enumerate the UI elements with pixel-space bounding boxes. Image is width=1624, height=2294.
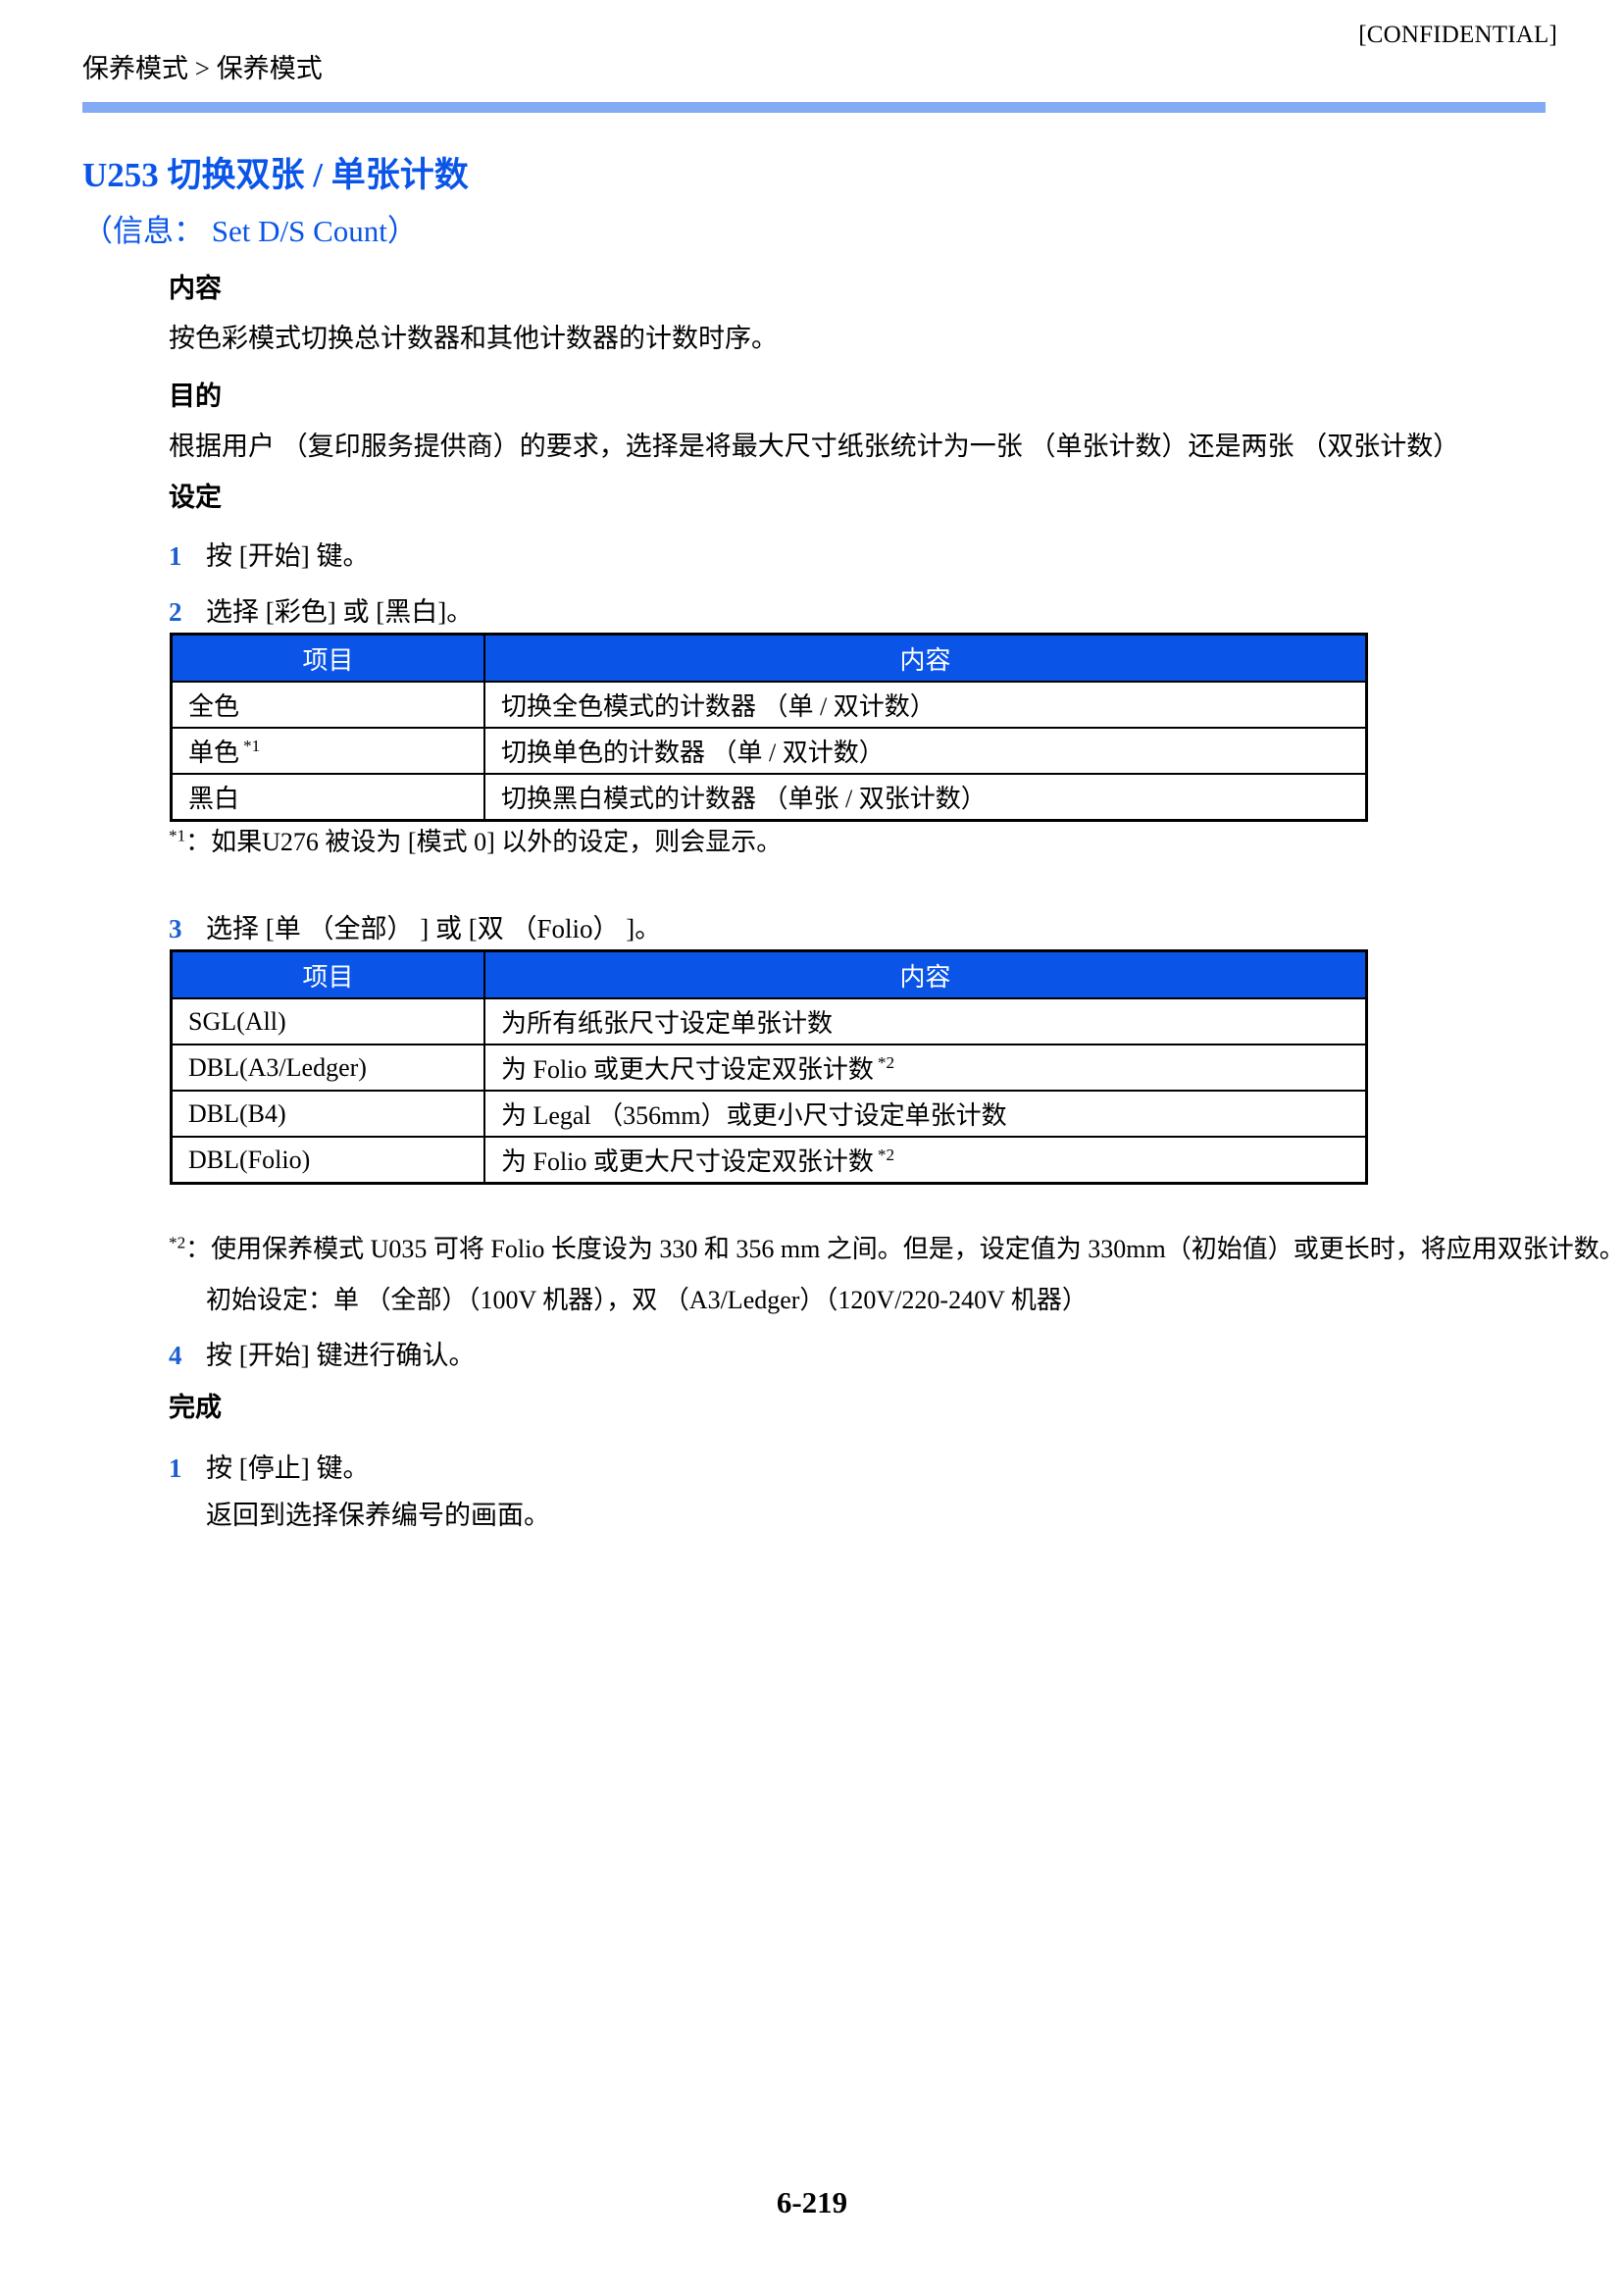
table2-header: 项目 内容 bbox=[170, 949, 1368, 999]
footnote-1-mark: *1 bbox=[169, 826, 186, 845]
page-title: U253 切换双张 / 单张计数 bbox=[82, 156, 469, 194]
completion-heading: 完成 bbox=[169, 1393, 222, 1422]
step-1: 1 按 [开始] 键。 bbox=[169, 535, 369, 573]
purpose-text: 根据用户 （复印服务提供商）的要求，选择是将最大尺寸纸张统计为一张 （单张计数）… bbox=[169, 432, 1460, 461]
table-header-row: 项目 内容 bbox=[170, 633, 1368, 683]
table1-header-content: 内容 bbox=[483, 633, 1368, 683]
footnote-ref: *1 bbox=[243, 737, 261, 756]
table-row: DBL(A3/Ledger) 为 Folio 或更大尺寸设定双张计数 *2 bbox=[170, 1044, 1368, 1092]
page-number: 6-219 bbox=[776, 2185, 848, 2219]
step-3: 3 选择 [单 （全部） ] 或 [双 （Folio） ]。 bbox=[169, 907, 661, 945]
table-cell-content: 为所有纸张尺寸设定单张计数 bbox=[483, 997, 1368, 1045]
footnote-2-text: ：使用保养模式 U035 可将 Folio 长度设为 330 和 356 mm … bbox=[185, 1235, 1624, 1263]
step-2-text: 选择 [彩色] 或 [黑白]。 bbox=[206, 597, 474, 627]
count-mode-table: 项目 内容 SGL(All) 为所有纸张尺寸设定单张计数 DBL(A3/Ledger… bbox=[170, 949, 1368, 1185]
description-text: 按色彩模式切换总计数器和其他计数器的计数时序。 bbox=[169, 324, 778, 353]
step-1-text: 按 [开始] 键。 bbox=[206, 541, 370, 571]
table-row: SGL(All) 为所有纸张尺寸设定单张计数 bbox=[170, 997, 1368, 1045]
table2-header-content: 内容 bbox=[483, 949, 1368, 999]
table-cell-content: 切换单色的计数器 （单 / 双计数） bbox=[483, 727, 1368, 775]
table-header: 项目 内容 bbox=[170, 633, 1368, 683]
header-divider bbox=[82, 102, 1546, 113]
step-4-text: 按 [开始] 键进行确认。 bbox=[206, 1341, 476, 1370]
footnote-1: *1：如果U276 被设为 [模式 0] 以外的设定，则会显示。 bbox=[169, 822, 782, 858]
table-cell-item: 单色 *1 bbox=[170, 727, 485, 775]
table-row: 全色 切换全色模式的计数器 （单 / 双计数） bbox=[170, 681, 1368, 729]
step-3-text: 选择 [单 （全部） ] 或 [双 （Folio） ]。 bbox=[206, 914, 662, 943]
description-heading: 内容 bbox=[169, 274, 222, 303]
table-cell-item: SGL(All) bbox=[170, 997, 485, 1045]
footnote-ref: *2 bbox=[877, 1146, 895, 1165]
page-subtitle: （信息： Set D/S Count） bbox=[82, 214, 418, 248]
completion-step-1-number: 1 bbox=[169, 1453, 182, 1483]
table2-body: SGL(All) 为所有纸张尺寸设定单张计数 DBL(A3/Ledger) 为 Fol… bbox=[170, 997, 1368, 1185]
table-cell-item: 全色 bbox=[170, 681, 485, 729]
completion-step-1: 1 按 [停止] 键。 bbox=[169, 1447, 369, 1485]
table-cell-item: 黑白 bbox=[170, 773, 485, 822]
table1-header-item: 项目 bbox=[170, 633, 485, 683]
table-row: 单色 *1 切换单色的计数器 （单 / 双计数） bbox=[170, 727, 1368, 775]
table-cell-item: DBL(A3/Ledger) bbox=[170, 1044, 485, 1092]
table-header-row: 项目 内容 bbox=[170, 949, 1368, 999]
table-row: DBL(Folio) 为 Folio 或更大尺寸设定双张计数 *2 bbox=[170, 1136, 1368, 1185]
table-cell-content: 切换全色模式的计数器 （单 / 双计数） bbox=[483, 681, 1368, 729]
table-cell-content: 为 Folio 或更大尺寸设定双张计数 *2 bbox=[483, 1136, 1368, 1185]
setting-heading: 设定 bbox=[169, 483, 222, 512]
step-3-number: 3 bbox=[169, 914, 182, 943]
document-page: [CONFIDENTIAL] 保养模式 > 保养模式 U253 切换双张 / 单… bbox=[0, 0, 1624, 2294]
table-cell-content: 切换黑白模式的计数器 （单张 / 双张计数） bbox=[483, 773, 1368, 822]
table-row: DBL(B4) 为 Legal （356mm）或更小尺寸设定单张计数 bbox=[170, 1090, 1368, 1138]
footnote-ref: *2 bbox=[877, 1053, 895, 1073]
table-cell-content: 为 Folio 或更大尺寸设定双张计数 *2 bbox=[483, 1044, 1368, 1092]
footnote-2: *2：使用保养模式 U035 可将 Folio 长度设为 330 和 356 m… bbox=[169, 1229, 1624, 1265]
breadcrumb: 保养模式 > 保养模式 bbox=[82, 54, 323, 83]
color-mode-table: 项目 内容 全色 切换全色模式的计数器 （单 / 双计数） 单色 *1 切换单色的计数器… bbox=[170, 633, 1368, 822]
purpose-heading: 目的 bbox=[169, 382, 222, 411]
confidential-marker: [CONFIDENTIAL] bbox=[1358, 22, 1557, 48]
step-4: 4 按 [开始] 键进行确认。 bbox=[169, 1334, 475, 1372]
table-cell-item: DBL(Folio) bbox=[170, 1136, 485, 1185]
completion-step-1-note: 返回到选择保养编号的画面。 bbox=[206, 1501, 550, 1530]
step-2: 2 选择 [彩色] 或 [黑白]。 bbox=[169, 590, 473, 629]
footnote-1-text: ：如果U276 被设为 [模式 0] 以外的设定，则会显示。 bbox=[185, 828, 783, 856]
step-2-number: 2 bbox=[169, 597, 182, 627]
step-1-number: 1 bbox=[169, 541, 182, 571]
footnote-2-continuation: 初始设定：单 （全部）（100V 机器），双 （A3/Ledger）（120V/… bbox=[206, 1286, 1088, 1314]
table-row: 黑白 切换黑白模式的计数器 （单张 / 双张计数） bbox=[170, 773, 1368, 822]
footnote-2-mark: *2 bbox=[169, 1233, 186, 1252]
step-4-number: 4 bbox=[169, 1341, 182, 1370]
table-cell-content: 为 Legal （356mm）或更小尺寸设定单张计数 bbox=[483, 1090, 1368, 1138]
table1-body: 全色 切换全色模式的计数器 （单 / 双计数） 单色 *1 切换单色的计数器 （单 / … bbox=[170, 681, 1368, 822]
completion-step-1-text: 按 [停止] 键。 bbox=[206, 1453, 370, 1483]
table2-header-item: 项目 bbox=[170, 949, 485, 999]
table-cell-item: DBL(B4) bbox=[170, 1090, 485, 1138]
